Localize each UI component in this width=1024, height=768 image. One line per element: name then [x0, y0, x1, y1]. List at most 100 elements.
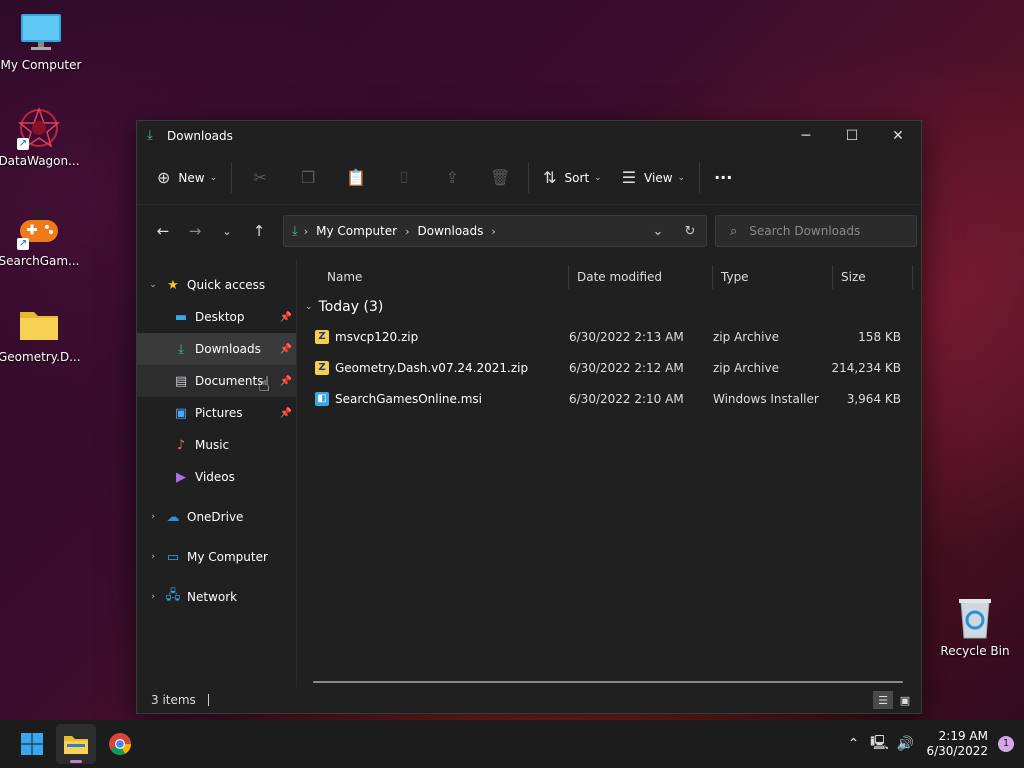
- arrow-right-icon: →: [188, 222, 202, 240]
- address-bar[interactable]: ⤓ › My Computer › Downloads › ⌄ ↻: [283, 215, 707, 247]
- desktop-icon-geometry-dash[interactable]: Geometry.D...: [0, 302, 80, 364]
- sidebar-item-label: Desktop: [195, 310, 245, 324]
- file-date: 6/30/2022 2:10 AM: [569, 391, 684, 406]
- new-label: New: [178, 170, 205, 185]
- address-dropdown-icon[interactable]: ⌄: [642, 224, 674, 239]
- delete-button[interactable]: 🗑: [476, 162, 524, 194]
- horizontal-scrollbar[interactable]: [313, 681, 903, 683]
- clock-date: 6/30/2022: [926, 744, 988, 758]
- shortcut-arrow-icon: ↗: [17, 138, 29, 150]
- file-row[interactable]: ◧ SearchGamesOnline.msi 6/30/2022 2:10 A…: [297, 383, 921, 414]
- zip-file-icon: Z: [315, 329, 329, 344]
- sidebar-item-pictures[interactable]: ▣ Pictures 📌: [137, 397, 296, 429]
- file-type: zip Archive: [713, 329, 779, 344]
- sidebar-item-documents[interactable]: ▤ Documents 📌: [137, 365, 296, 397]
- column-header-size[interactable]: Size: [833, 265, 913, 289]
- breadcrumb-my-computer[interactable]: My Computer: [316, 224, 397, 238]
- view-label: View: [644, 170, 673, 185]
- item-count: 3 items: [151, 693, 196, 707]
- title-bar[interactable]: ⤓ Downloads ─ ☐ ✕: [137, 121, 921, 151]
- clock[interactable]: 2:19 AM 6/30/2022: [926, 729, 988, 759]
- share-button[interactable]: ⇪: [428, 162, 476, 194]
- desktop-icon-searchgames[interactable]: ↗ SearchGam...: [0, 206, 80, 268]
- view-button[interactable]: ☰ View ⌄: [612, 162, 695, 194]
- network-icon[interactable]: 🖳: [866, 732, 892, 756]
- sidebar-item-my-computer[interactable]: › ▭ My Computer: [137, 541, 296, 573]
- column-header-type[interactable]: Type: [713, 265, 833, 289]
- show-hidden-icons-chevron-icon[interactable]: ⌃: [840, 736, 866, 752]
- tiles-view-icon: ▣: [899, 693, 911, 707]
- desktop-icon-datawagon[interactable]: ↗ DataWagon...: [0, 106, 80, 168]
- sidebar-item-onedrive[interactable]: › ☁ OneDrive: [137, 501, 296, 533]
- status-divider: [207, 694, 209, 706]
- tiles-view-button[interactable]: ▣: [895, 691, 915, 709]
- forward-button[interactable]: →: [179, 215, 211, 247]
- sort-arrows-icon: ⇅: [543, 168, 557, 187]
- details-view-icon: ☰: [878, 693, 888, 707]
- download-icon: ⤓: [178, 341, 184, 357]
- rename-button[interactable]: ⌷: [380, 162, 428, 194]
- chevron-right-icon: ›: [405, 224, 410, 238]
- column-header-name[interactable]: Name: [297, 265, 569, 289]
- paste-button[interactable]: 📋: [332, 162, 380, 194]
- desktop-icon-my-computer[interactable]: My Computer: [0, 10, 82, 72]
- share-icon: ⇪: [445, 168, 459, 187]
- pin-icon: 📌: [279, 407, 292, 419]
- close-button[interactable]: ✕: [875, 121, 921, 151]
- breadcrumb-downloads[interactable]: Downloads: [418, 224, 484, 238]
- search-input[interactable]: [749, 224, 900, 238]
- minimize-button[interactable]: ─: [783, 121, 829, 151]
- column-header-date[interactable]: Date modified: [569, 265, 713, 289]
- file-type: zip Archive: [713, 360, 779, 375]
- notification-badge[interactable]: 1: [998, 736, 1014, 752]
- toolbar-divider: [699, 162, 701, 193]
- search-box[interactable]: ⌕: [715, 215, 917, 247]
- sidebar-item-network[interactable]: › 🖧 Network: [137, 581, 296, 613]
- cut-button[interactable]: ✂: [236, 162, 284, 194]
- sidebar-item-quick-access[interactable]: ⌄ ★ Quick access: [137, 269, 296, 301]
- chevron-down-icon[interactable]: ⌄: [141, 280, 165, 290]
- chevron-down-icon: ⌄: [209, 172, 218, 183]
- recent-locations-button[interactable]: ⌄: [211, 215, 243, 247]
- sidebar-item-desktop[interactable]: ▬ Desktop 📌: [137, 301, 296, 333]
- sidebar-item-downloads[interactable]: ⤓ Downloads 📌: [137, 333, 296, 365]
- group-header-today[interactable]: ⌄ Today (3): [297, 293, 921, 321]
- refresh-icon[interactable]: ↻: [674, 224, 706, 239]
- chrome-icon: [109, 733, 131, 755]
- new-button[interactable]: ⊕ New ⌄: [147, 162, 227, 194]
- file-row[interactable]: Z msvcp120.zip 6/30/2022 2:13 AM zip Arc…: [297, 321, 921, 352]
- chevron-right-icon[interactable]: ›: [141, 552, 165, 562]
- sidebar-item-label: Videos: [195, 470, 235, 484]
- search-icon: ⌕: [730, 223, 738, 239]
- taskbar-chrome[interactable]: [100, 724, 140, 764]
- volume-icon[interactable]: 🔊: [892, 736, 918, 752]
- desktop-icon-label: DataWagon...: [0, 154, 80, 168]
- taskbar-file-explorer[interactable]: [56, 724, 96, 764]
- navigation-pane: ⌄ ★ Quick access ▬ Desktop 📌 ⤓ Downloads…: [137, 259, 297, 687]
- chevron-right-icon[interactable]: ›: [141, 592, 165, 602]
- back-button[interactable]: ←: [147, 215, 179, 247]
- maximize-button[interactable]: ☐: [829, 121, 875, 151]
- more-options-button[interactable]: ···: [704, 162, 742, 194]
- document-icon: ▤: [174, 373, 188, 389]
- file-list-pane: Name Date modified Type Size ⌄ Today (3)…: [297, 259, 921, 687]
- hand-cursor-icon: ☝: [258, 372, 271, 396]
- up-button[interactable]: ↑: [243, 215, 275, 247]
- copy-button[interactable]: ❐: [284, 162, 332, 194]
- start-button[interactable]: [12, 724, 52, 764]
- sidebar-item-videos[interactable]: ▶ Videos: [137, 461, 296, 493]
- file-row[interactable]: Z Geometry.Dash.v07.24.2021.zip 6/30/202…: [297, 352, 921, 383]
- sidebar-item-music[interactable]: ♪ Music: [137, 429, 296, 461]
- desktop-icon-recycle-bin[interactable]: Recycle Bin: [934, 596, 1016, 658]
- monitor-icon: ▭: [166, 549, 180, 565]
- file-date: 6/30/2022 2:13 AM: [569, 329, 684, 344]
- sort-button[interactable]: ⇅ Sort ⌄: [533, 162, 612, 194]
- sidebar-item-label: Music: [195, 438, 230, 452]
- sidebar-item-label: OneDrive: [187, 510, 244, 524]
- file-type: Windows Installer ...: [713, 391, 823, 406]
- sidebar-item-label: Network: [187, 590, 238, 604]
- download-icon: ⤓: [292, 223, 298, 239]
- plus-circle-icon: ⊕: [157, 168, 171, 187]
- chevron-right-icon[interactable]: ›: [141, 512, 165, 522]
- details-view-button[interactable]: ☰: [873, 691, 893, 709]
